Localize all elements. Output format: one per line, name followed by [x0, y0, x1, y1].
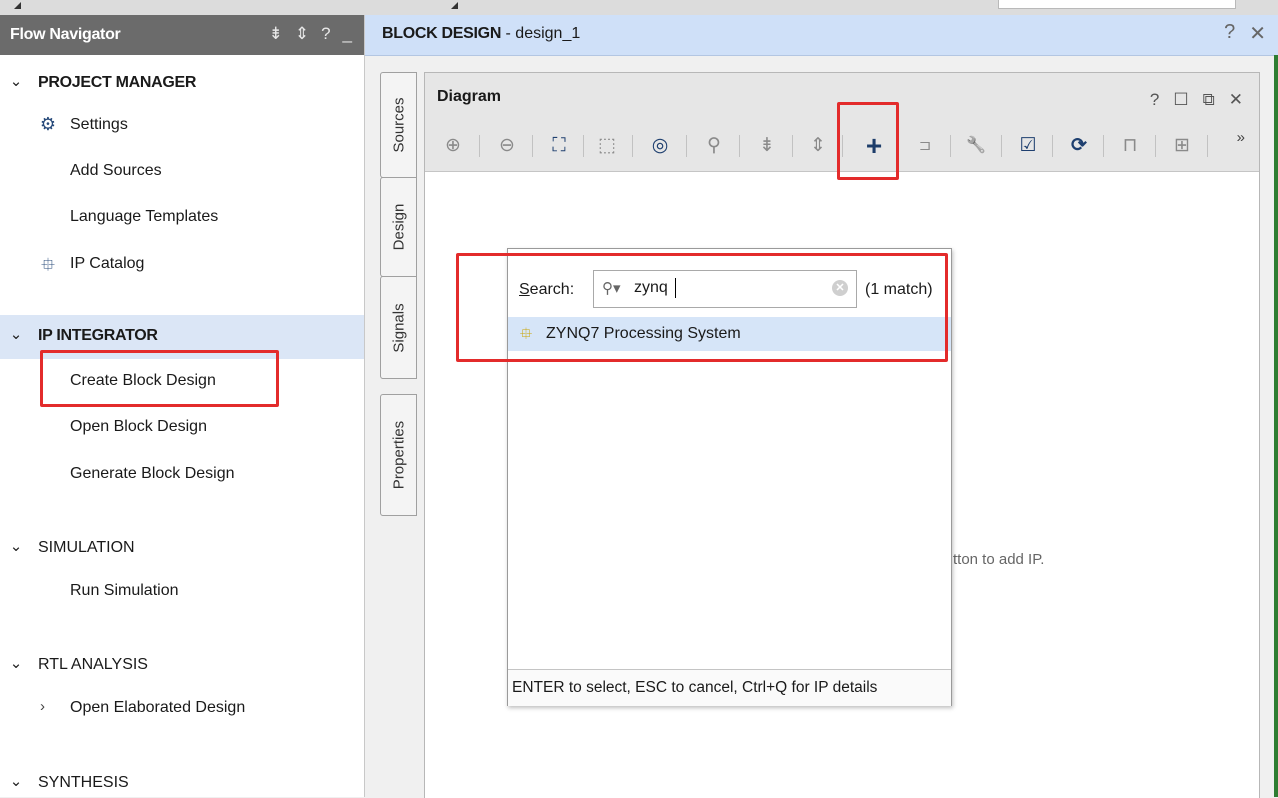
chevron-down-icon[interactable]: ⌄ — [8, 772, 24, 790]
resize-corner-icon — [451, 2, 458, 9]
window-edge — [1274, 55, 1278, 797]
tab-design[interactable]: Design — [380, 177, 417, 277]
expand-all-icon[interactable]: ⇕ — [295, 24, 309, 44]
nav-item-open-elaborated-design[interactable]: › Open Elaborated Design — [0, 687, 364, 731]
float-icon[interactable]: ⧉ — [1203, 90, 1215, 110]
help-icon[interactable]: ? — [321, 24, 330, 44]
collapse-all-icon[interactable]: ⇟ — [754, 133, 780, 159]
help-icon[interactable]: ? — [1224, 21, 1235, 46]
resize-corner-icon — [14, 2, 21, 9]
zoom-fit-icon[interactable]: ⛶ — [546, 133, 572, 159]
search-icon[interactable]: ⚲ — [701, 133, 727, 159]
block-design-title: BLOCK DESIGN - design_1 — [382, 25, 581, 42]
nav-section-project-manager[interactable]: ⌄ PROJECT MANAGER — [0, 62, 364, 106]
annotation-create-block-design-highlight — [40, 350, 279, 407]
properties-wrench-icon[interactable]: 🔧 — [963, 133, 989, 159]
annotation-add-ip-highlight — [837, 102, 899, 180]
flow-navigator-header: Flow Navigator ⇟ ⇕ ? _ — [0, 15, 364, 55]
tab-sources[interactable]: Sources — [380, 72, 417, 178]
toolbar-separator — [1103, 135, 1104, 157]
nav-item-settings[interactable]: ⚙ Settings — [0, 104, 364, 148]
toolbar-separator — [792, 135, 793, 157]
nav-section-simulation[interactable]: ⌄ SIMULATION — [0, 527, 364, 571]
nav-item-add-sources[interactable]: Add Sources — [0, 150, 364, 194]
diagram-title: Diagram — [437, 88, 502, 105]
nav-section-synthesis[interactable]: ⌄ SYNTHESIS — [0, 762, 364, 797]
toolbar-separator — [686, 135, 687, 157]
ip-settings-icon[interactable]: ⊞ — [1169, 133, 1195, 159]
gear-icon: ⚙ — [39, 114, 57, 134]
collapse-all-icon[interactable]: ⇟ — [269, 24, 283, 44]
maximize-icon[interactable]: ☐ — [1173, 90, 1188, 110]
chevron-down-icon[interactable]: ⌄ — [8, 537, 24, 555]
chevron-down-icon[interactable]: ⌄ — [8, 654, 24, 672]
help-icon[interactable]: ? — [1150, 90, 1159, 110]
expand-all-icon[interactable]: ⇕ — [805, 133, 831, 159]
diagram-hint-text: tton to add IP. — [953, 551, 1045, 568]
toolbar-overflow-icon[interactable]: » — [1237, 129, 1245, 146]
optimize-routing-icon[interactable]: ⊓ — [1117, 133, 1143, 159]
autofit-selection-icon[interactable]: ◎ — [647, 133, 673, 159]
nav-item-ip-catalog[interactable]: ⯐ IP Catalog — [0, 243, 364, 287]
annotation-search-highlight — [456, 253, 948, 362]
nav-item-open-block-design[interactable]: Open Block Design — [0, 406, 364, 450]
popup-footer: ENTER to select, ESC to cancel, Ctrl+Q f… — [508, 669, 951, 706]
chevron-down-icon[interactable]: ⌄ — [8, 325, 24, 343]
regenerate-layout-icon[interactable]: ⟳ — [1066, 133, 1092, 159]
add-module-icon[interactable]: ⊐ — [912, 133, 938, 159]
toolbar-separator — [1052, 135, 1053, 157]
close-icon[interactable]: ✕ — [1249, 21, 1266, 46]
zoom-area-icon[interactable]: ⬚ — [594, 133, 620, 159]
toolbar-separator — [479, 135, 480, 157]
nav-item-run-simulation[interactable]: Run Simulation — [0, 570, 364, 614]
close-icon[interactable]: ✕ — [1229, 90, 1243, 110]
chevron-right-icon[interactable]: › — [40, 698, 45, 715]
popup-footer-text: ENTER to select, ESC to cancel, Ctrl+Q f… — [512, 679, 878, 696]
block-design-header: BLOCK DESIGN - design_1 ? ✕ — [365, 15, 1278, 56]
toolbar-separator — [532, 135, 533, 157]
zoom-in-icon[interactable]: ⊕ — [440, 133, 466, 159]
toolbar-separator — [739, 135, 740, 157]
nav-item-generate-block-design[interactable]: Generate Block Design — [0, 453, 364, 497]
nav-section-rtl-analysis[interactable]: ⌄ RTL ANALYSIS — [0, 644, 364, 688]
flow-navigator-title: Flow Navigator — [10, 26, 121, 43]
quick-access-search[interactable] — [998, 0, 1236, 9]
toolbar-separator — [1155, 135, 1156, 157]
top-toolbar-strip — [0, 0, 1278, 16]
validate-design-icon[interactable]: ☑ — [1015, 133, 1041, 159]
toolbar-separator — [1207, 135, 1208, 157]
zoom-out-icon[interactable]: ⊖ — [494, 133, 520, 159]
tab-properties[interactable]: Properties — [380, 394, 417, 516]
toolbar-separator — [583, 135, 584, 157]
toolbar-separator — [632, 135, 633, 157]
chevron-down-icon[interactable]: ⌄ — [8, 72, 24, 90]
ip-icon: ⯐ — [41, 255, 55, 275]
toolbar-separator — [950, 135, 951, 157]
nav-item-language-templates[interactable]: Language Templates — [0, 196, 364, 240]
toolbar-separator — [1001, 135, 1002, 157]
minimize-icon[interactable]: _ — [343, 24, 352, 44]
tab-signals[interactable]: Signals — [380, 276, 417, 379]
